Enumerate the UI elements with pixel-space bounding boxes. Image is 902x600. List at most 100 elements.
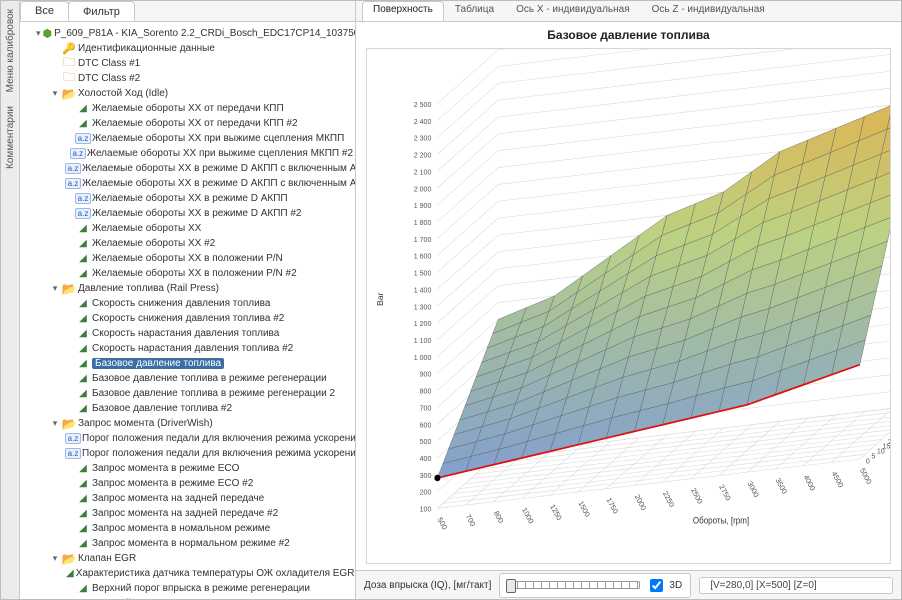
- tree-item-label: Базовое давление топлива #2: [92, 403, 232, 414]
- tree-item[interactable]: ◢Скорость нарастания давления топлива: [22, 326, 353, 341]
- tree-item[interactable]: a.zЖелаемые обороты ХХ в режиме D АКПП с…: [22, 161, 353, 176]
- tree-item[interactable]: ◢Запрос момента в номальном режиме: [22, 521, 353, 536]
- rtab-axis-x[interactable]: Ось X - индивидуальная: [505, 1, 641, 21]
- slider-thumb[interactable]: [506, 579, 516, 593]
- map3d-icon: ◢: [76, 298, 90, 310]
- svg-text:4000: 4000: [802, 473, 817, 492]
- tab-filter[interactable]: Фильтр: [68, 1, 135, 21]
- tree-item[interactable]: ◢Желаемые обороты ХХ #2: [22, 236, 353, 251]
- tree-item[interactable]: ◢Скорость снижения давления топлива: [22, 296, 353, 311]
- surface-chart[interactable]: 1002003004005006007008009001 0001 1001 2…: [366, 48, 891, 564]
- tree-item-label: Желаемые обороты ХХ при выжиме сцепления…: [87, 148, 353, 159]
- expand-icon[interactable]: ▾: [50, 88, 60, 99]
- svg-text:1 000: 1 000: [414, 353, 432, 362]
- svg-text:2 000: 2 000: [414, 184, 432, 193]
- tree-item[interactable]: ◢Скорость нарастания давления топлива #2: [22, 341, 353, 356]
- tree-item[interactable]: ◢Базовое давление топлива в режиме реген…: [22, 371, 353, 386]
- rtab-surface[interactable]: Поверхность: [362, 1, 444, 21]
- tree-item-label: Запрос момента в нормальном режиме #2: [92, 538, 290, 549]
- tree-item-label: Желаемые обороты ХХ в режиме D АКПП: [92, 193, 288, 204]
- expand-icon[interactable]: ▾: [36, 28, 41, 39]
- tree-item[interactable]: ◢Базовое давление топлива #2: [22, 401, 353, 416]
- tree-item[interactable]: ◢Желаемые обороты ХХ от передачи КПП: [22, 101, 353, 116]
- tree-item[interactable]: ◢Верхний порог впрыска в режиме регенера…: [22, 596, 353, 599]
- tree-item[interactable]: ▾📂Запрос момента (DriverWish): [22, 416, 353, 431]
- svg-text:800: 800: [492, 509, 505, 525]
- tree-item[interactable]: ▾⬢P_609_P81A - KIA_Sorento 2.2_CRDi_Bosc…: [22, 26, 353, 41]
- tree-item[interactable]: 🗀DTC Class #2: [22, 71, 353, 86]
- tree-item[interactable]: a.zПорог положения педали для включения …: [22, 431, 353, 446]
- svg-text:2250: 2250: [661, 489, 676, 508]
- tree-item[interactable]: ▾📂Давление топлива (Rail Press): [22, 281, 353, 296]
- svg-text:100: 100: [420, 504, 432, 513]
- map3d-icon: ◢: [76, 118, 90, 130]
- tree-item[interactable]: ▾📂Клапан EGR: [22, 551, 353, 566]
- tree-item[interactable]: a.zЖелаемые обороты ХХ при выжиме сцепле…: [22, 131, 353, 146]
- tree-item-label: Скорость нарастания давления топлива: [92, 328, 279, 339]
- tree-item[interactable]: ▾📂Холостой Ход (Idle): [22, 86, 353, 101]
- svg-text:400: 400: [420, 454, 432, 463]
- tree-item[interactable]: ◢Запрос момента в режиме ECO: [22, 461, 353, 476]
- tree-item[interactable]: ◢Запрос момента на задней передаче: [22, 491, 353, 506]
- status-readout: [V=280,0] [X=500] [Z=0]: [699, 577, 893, 594]
- tree-item-label: Желаемые обороты ХХ от передачи КПП: [92, 103, 284, 114]
- tree-item-label: Желаемые обороты ХХ в режиме D АКПП #2: [92, 208, 301, 219]
- tree-item[interactable]: ◢Запрос момента в режиме ECO #2: [22, 476, 353, 491]
- svg-text:3000: 3000: [746, 480, 761, 499]
- tree-item[interactable]: ◢Желаемые обороты ХХ в положении P/N: [22, 251, 353, 266]
- rtab-axis-z[interactable]: Ось Z - индивидуальная: [641, 1, 776, 21]
- vtab-comments[interactable]: Комментарии: [4, 102, 17, 173]
- tree-item-label: Желаемые обороты ХХ #2: [92, 238, 215, 249]
- iq-slider[interactable]: 3D: [499, 573, 691, 598]
- svg-text:1250: 1250: [548, 502, 563, 521]
- slider-label: Доза впрыска (IQ), [мг/такт]: [364, 580, 491, 591]
- map3d-icon: ◢: [76, 463, 90, 475]
- expand-icon[interactable]: ▾: [50, 283, 60, 294]
- svg-text:300: 300: [420, 471, 432, 480]
- rtab-table[interactable]: Таблица: [444, 1, 505, 21]
- svg-text:700: 700: [464, 512, 477, 528]
- tree-item-label: Запрос момента на задней передаче #2: [92, 508, 278, 519]
- map3d-icon: ◢: [76, 508, 90, 520]
- tree-item[interactable]: ◢Верхний порог впрыска в режиме регенера…: [22, 581, 353, 596]
- tree-item[interactable]: ◢Запрос момента на задней передаче #2: [22, 506, 353, 521]
- svg-text:2 300: 2 300: [414, 133, 432, 142]
- expand-icon[interactable]: ▾: [50, 418, 60, 429]
- tree-item[interactable]: ◢Запрос момента в нормальном режиме #2: [22, 536, 353, 551]
- tree-item[interactable]: a.zПорог положения педали для включения …: [22, 446, 353, 461]
- svg-text:1 500: 1 500: [414, 268, 432, 277]
- tree-item-label: Желаемые обороты ХХ в положении P/N #2: [92, 268, 297, 279]
- tree-item-label: Скорость нарастания давления топлива #2: [92, 343, 293, 354]
- map2d-icon: a.z: [76, 208, 90, 220]
- svg-text:2 500: 2 500: [414, 100, 432, 109]
- map3d-icon: ◢: [76, 313, 90, 325]
- tab-all[interactable]: Все: [20, 1, 69, 21]
- expand-icon[interactable]: ▾: [50, 553, 60, 564]
- tree-item-label: Запрос момента в режиме ECO: [92, 463, 239, 474]
- tree-item-label: Желаемые обороты ХХ в положении P/N: [92, 253, 283, 264]
- map2d-icon: a.z: [76, 193, 90, 205]
- tree-item[interactable]: ◢Базовое давление топлива в режиме реген…: [22, 386, 353, 401]
- tree-item[interactable]: a.zЖелаемые обороты ХХ в режиме D АКПП с…: [22, 176, 353, 191]
- tree-item[interactable]: ◢Желаемые обороты ХХ в положении P/N #2: [22, 266, 353, 281]
- tree-item-label: DTC Class #1: [78, 58, 140, 69]
- svg-text:2000: 2000: [633, 493, 648, 512]
- tree-item[interactable]: ◢Базовое давление топлива: [22, 356, 353, 371]
- cb-3d[interactable]: [650, 579, 663, 592]
- tree-item[interactable]: ◢Желаемые обороты ХХ от передачи КПП #2: [22, 116, 353, 131]
- calibration-tree[interactable]: ▾⬢P_609_P81A - KIA_Sorento 2.2_CRDi_Bosc…: [20, 22, 355, 599]
- map3d-icon: ◢: [76, 223, 90, 235]
- tree-item[interactable]: ◢Желаемые обороты ХХ: [22, 221, 353, 236]
- svg-text:1 600: 1 600: [414, 251, 432, 260]
- tree-item[interactable]: a.zЖелаемые обороты ХХ в режиме D АКПП #…: [22, 206, 353, 221]
- tree-item-label: Желаемые обороты ХХ от передачи КПП #2: [92, 118, 298, 129]
- tree-item[interactable]: ◢Характеристика датчика температуры ОЖ о…: [22, 566, 353, 581]
- vtab-calibrations[interactable]: Меню калибровок: [4, 5, 17, 96]
- tree-item[interactable]: ◢Скорость снижения давления топлива #2: [22, 311, 353, 326]
- slider-track[interactable]: [508, 581, 640, 589]
- tree-item[interactable]: a.zЖелаемые обороты ХХ в режиме D АКПП: [22, 191, 353, 206]
- cb-3d-wrap[interactable]: 3D: [646, 576, 682, 595]
- svg-text:1 900: 1 900: [414, 201, 432, 210]
- tree-item[interactable]: a.zЖелаемые обороты ХХ при выжиме сцепле…: [22, 146, 353, 161]
- folder-icon: 📂: [62, 88, 76, 100]
